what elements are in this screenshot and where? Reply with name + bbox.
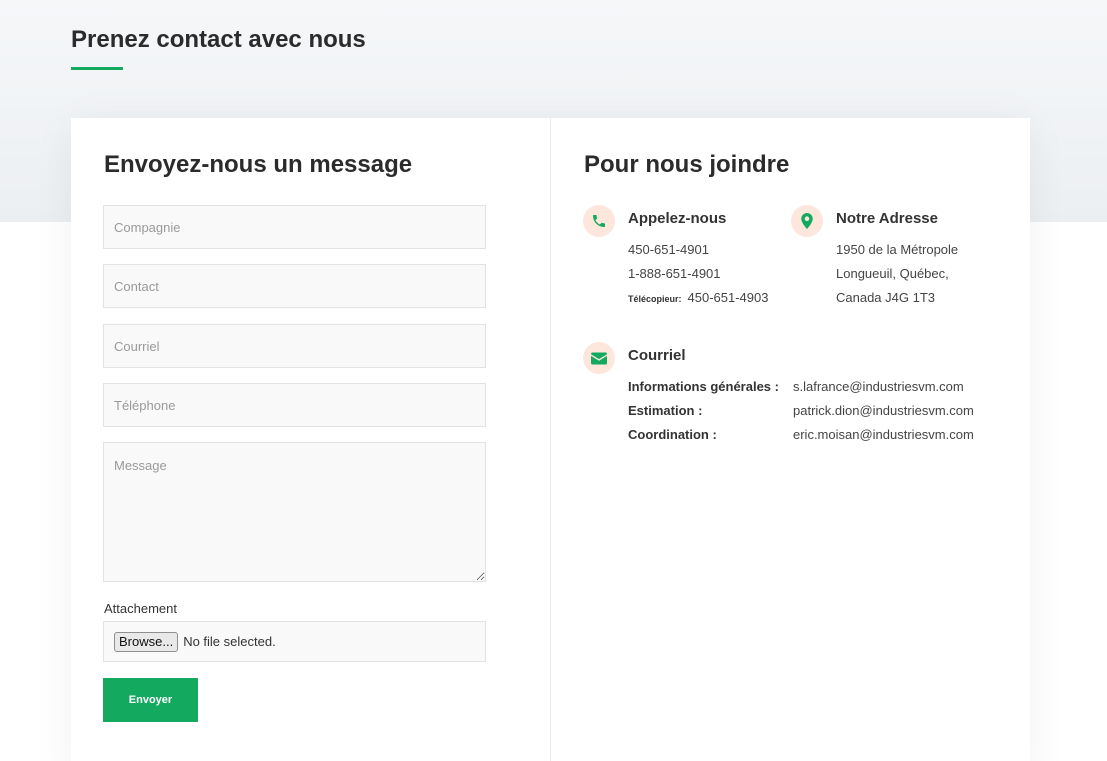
- envelope-icon: [583, 342, 615, 374]
- contact-input[interactable]: [103, 264, 486, 308]
- phone-line-2: 1-888-651-4901: [628, 266, 721, 281]
- address-title: Notre Adresse: [836, 210, 938, 227]
- email-input[interactable]: [103, 324, 486, 368]
- no-file-text: No file selected.: [183, 634, 276, 649]
- attachment-label: Attachement: [104, 601, 177, 616]
- email-title: Courriel: [628, 347, 686, 364]
- email-link-coordination[interactable]: eric.moisan@industriesvm.com: [793, 427, 974, 442]
- phone-line-1: 450-651-4901: [628, 242, 709, 257]
- address-line-1: 1950 de la Métropole: [836, 242, 959, 257]
- fax-line: Télécopieur: 450-651-4903: [628, 290, 768, 305]
- form-heading: Envoyez-nous un message: [104, 151, 413, 178]
- contact-info-column: Pour nous joindre Appelez-nous 450-651-4…: [551, 118, 1030, 761]
- email-label-estimation: Estimation :: [628, 403, 703, 418]
- file-upload-field: Browse... No file selected.: [103, 621, 486, 662]
- address-line-2: Longueuil, Québec,: [836, 266, 949, 281]
- send-button[interactable]: Envoyer: [103, 678, 198, 722]
- phone-input[interactable]: [103, 383, 486, 427]
- email-link-general[interactable]: s.lafrance@industriesvm.com: [793, 379, 964, 394]
- title-underline: [71, 67, 123, 70]
- fax-value: 450-651-4903: [687, 290, 769, 305]
- page-title: Prenez contact avec nous: [71, 26, 366, 53]
- message-textarea[interactable]: [103, 442, 486, 582]
- contact-card: Envoyez-nous un message Attachement Brow…: [71, 118, 1030, 761]
- phone-title: Appelez-nous: [628, 210, 727, 227]
- contact-heading: Pour nous joindre: [584, 151, 790, 178]
- map-pin-icon: [791, 205, 823, 237]
- email-link-estimation[interactable]: patrick.dion@industriesvm.com: [793, 403, 974, 418]
- fax-label: Télécopieur:: [628, 294, 682, 304]
- email-label-general: Informations générales :: [628, 379, 779, 394]
- company-input[interactable]: [103, 205, 486, 249]
- phone-icon: [583, 205, 615, 237]
- browse-button[interactable]: Browse...: [114, 631, 179, 652]
- address-line-3: Canada J4G 1T3: [836, 290, 936, 305]
- message-form-column: Envoyez-nous un message Attachement Brow…: [71, 118, 551, 761]
- email-label-coordination: Coordination :: [628, 427, 717, 442]
